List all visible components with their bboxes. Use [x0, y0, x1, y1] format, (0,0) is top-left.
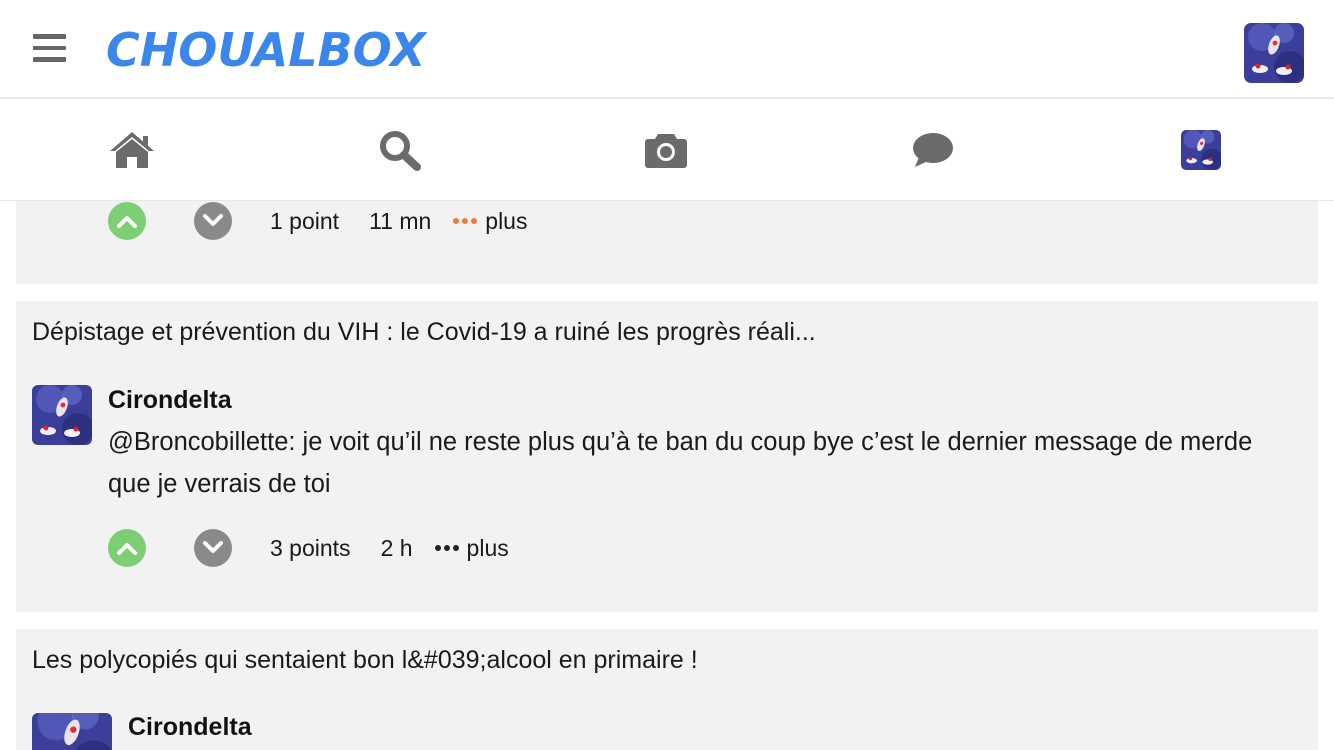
- author-name[interactable]: Cirondelta: [128, 713, 252, 742]
- post-card: 1 point 11 mn plus: [16, 201, 1318, 284]
- hamburger-menu-icon[interactable]: [33, 34, 66, 62]
- comment-actions: 1 point 11 mn plus: [108, 201, 527, 241]
- camera-icon[interactable]: [642, 129, 690, 171]
- timestamp: 2 h: [380, 534, 413, 561]
- points-count: 1 point: [270, 207, 340, 234]
- post-title[interactable]: Les polycopiés qui sentaient bon l&#039;…: [32, 646, 698, 675]
- more-dots-icon: [453, 218, 478, 224]
- timestamp: 11 mn: [369, 207, 432, 234]
- comment-actions: 3 points 2 h plus: [108, 528, 509, 568]
- author-avatar[interactable]: [32, 385, 92, 445]
- more-dots-icon: [434, 545, 459, 551]
- upvote-icon[interactable]: [108, 529, 146, 567]
- icon-navbar: [0, 101, 1334, 201]
- upvote-icon[interactable]: [108, 202, 146, 240]
- post-title[interactable]: Dépistage et prévention du VIH : le Covi…: [32, 318, 816, 347]
- more-button[interactable]: plus: [434, 534, 509, 562]
- user-avatar[interactable]: [1244, 23, 1304, 83]
- more-label: plus: [466, 534, 509, 561]
- app-logo[interactable]: CHOUALBOX: [106, 22, 426, 78]
- author-avatar[interactable]: [32, 713, 112, 750]
- author-name[interactable]: Cirondelta: [108, 386, 232, 415]
- top-header: CHOUALBOX: [0, 0, 1334, 99]
- post-card: Les polycopiés qui sentaient bon l&#039;…: [16, 629, 1318, 750]
- more-label: plus: [485, 207, 528, 234]
- home-icon[interactable]: [108, 129, 156, 171]
- profile-avatar[interactable]: [1177, 129, 1225, 171]
- downvote-icon[interactable]: [194, 529, 232, 567]
- comment-text: @Broncobillette: je voit qu’il ne reste …: [108, 428, 1253, 498]
- post-card: Dépistage et prévention du VIH : le Covi…: [16, 301, 1318, 612]
- points-count: 3 points: [270, 534, 351, 561]
- search-icon[interactable]: [376, 129, 424, 171]
- downvote-icon[interactable]: [194, 202, 232, 240]
- chat-icon[interactable]: [909, 129, 957, 171]
- more-button[interactable]: plus: [453, 208, 527, 235]
